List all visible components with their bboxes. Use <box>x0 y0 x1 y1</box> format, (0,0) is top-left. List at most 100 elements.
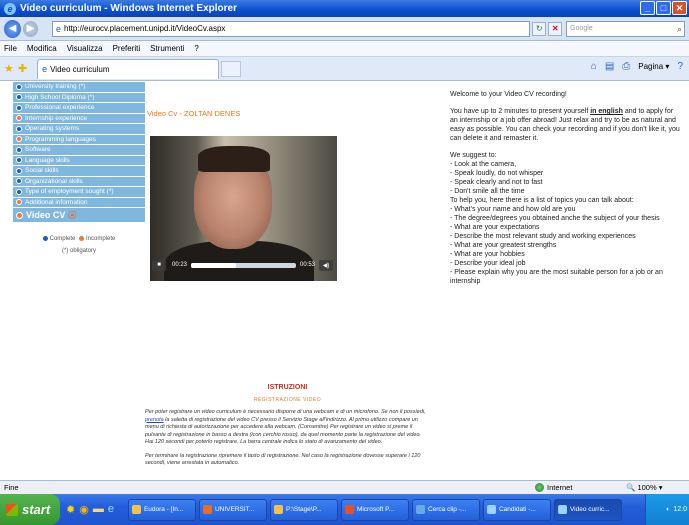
search-icon[interactable]: ⌕ <box>677 24 682 35</box>
address-row: ◀ ▶ e http://eurocv.placement.unipd.it/V… <box>0 17 689 41</box>
favorites-star-icon[interactable]: ★ <box>4 62 14 75</box>
quicklaunch-app-icon[interactable]: ✹ <box>66 503 75 516</box>
legend-complete: Complete <box>49 236 76 243</box>
sidebar-item-video-cv[interactable]: Video CV ⦿ <box>13 208 145 222</box>
sidebar-item-operating-systems[interactable]: Operating systems <box>13 124 145 135</box>
task-label: Cerca clip -... <box>427 506 467 513</box>
zone-label: Internet <box>547 483 573 492</box>
video-progress-bar[interactable] <box>191 262 296 268</box>
topic-item: - What are your greatest strengths <box>450 242 557 249</box>
zoom-value: 100% <box>637 483 657 492</box>
intro-text: You have up to 2 minutes to present your… <box>450 107 682 143</box>
menu-view[interactable]: Visualizza <box>67 44 103 53</box>
start-label: start <box>22 502 51 517</box>
sidebar-item-label: Software <box>25 146 51 154</box>
sidebar-item-social-skills[interactable]: Social skills <box>13 166 145 177</box>
command-bar: ⌂ ▤ ⎙ Pagina ▾ ? <box>591 61 683 72</box>
start-button[interactable]: start <box>0 494 60 525</box>
sidebar-item-professional-experience[interactable]: Professional experience <box>13 103 145 114</box>
back-button[interactable]: ◀ <box>4 19 21 38</box>
task-university[interactable]: UNIVERSIT... <box>198 498 267 521</box>
quicklaunch-app-icon[interactable]: ◉ <box>79 503 89 516</box>
intro-emphasis: in english <box>590 108 623 115</box>
add-favorite-icon[interactable]: ✚ <box>18 62 27 75</box>
tab-video-curriculum[interactable]: e Video curriculum <box>37 58 220 79</box>
app-icon <box>131 505 141 514</box>
legend-incomplete: Incomplete <box>86 236 116 243</box>
task-microsoft[interactable]: Microsoft P... <box>340 498 409 521</box>
sidebar-item-organizational-skills[interactable]: Organizational skills <box>13 176 145 187</box>
menu-edit[interactable]: Modifica <box>27 44 57 53</box>
sidebar-item-university-training[interactable]: University training (*) <box>13 82 145 93</box>
prenota-link[interactable]: prenota <box>145 417 164 423</box>
sidebar-item-software[interactable]: Software <box>13 145 145 156</box>
refresh-icon[interactable]: ↻ <box>532 21 547 36</box>
task-label: Microsoft P... <box>356 506 395 513</box>
windows-flag-icon <box>6 503 18 516</box>
topic-item: - What are your expectations <box>450 224 540 231</box>
menu-tools[interactable]: Strumenti <box>150 44 184 53</box>
legend-states: Complete Incomplete <box>13 236 145 242</box>
sidebar-item-high-school[interactable]: High School Diploma (*) <box>13 92 145 103</box>
sidebar-item-internship-experience[interactable]: Internship experience <box>13 113 145 124</box>
forward-button[interactable]: ▶ <box>22 20 38 37</box>
sidebar-item-language-skills[interactable]: Language skills <box>13 155 145 166</box>
tray-icon[interactable]: ◐ <box>666 506 670 513</box>
sidebar-item-label: Internship experience <box>25 114 88 122</box>
menu-file[interactable]: File <box>4 44 17 53</box>
search-input[interactable]: Google ⌕ <box>566 20 685 37</box>
sidebar-item-programming-languages[interactable]: Programming languages <box>13 134 145 145</box>
task-stage-folder[interactable]: P:\Stage\P... <box>269 498 338 521</box>
sidebar-item-employment-sought[interactable]: Type of employment sought (*) <box>13 187 145 198</box>
topic-item: - Describe the most relevant study and w… <box>450 233 636 240</box>
ie-logo-icon: e <box>4 2 16 15</box>
guidance-panel: Welcome to your Video CV recording! You … <box>450 90 682 286</box>
complete-dot-icon <box>16 83 22 90</box>
address-bar[interactable]: e http://eurocv.placement.unipd.it/Video… <box>51 20 531 37</box>
system-tray: ◐ 12.0 <box>645 494 689 525</box>
stop-icon[interactable]: ✕ <box>548 21 563 36</box>
volume-button[interactable]: ◀) <box>319 259 333 271</box>
feeds-icon[interactable]: ▤ <box>605 61 614 72</box>
stop-button[interactable]: ■ <box>152 259 166 271</box>
print-icon[interactable]: ⎙ <box>622 61 630 72</box>
window-title: Video curriculum - Windows Internet Expl… <box>20 3 237 14</box>
sidebar-item-additional-information[interactable]: Additional information <box>13 197 145 208</box>
sidebar-legend: Complete Incomplete (*) obligatory <box>13 236 145 254</box>
topic-item: - Please explain why you are the most su… <box>450 269 663 285</box>
new-tab-button[interactable] <box>221 60 242 77</box>
quicklaunch-ie-icon[interactable]: e <box>108 503 114 516</box>
task-label: P:\Stage\P... <box>285 506 322 513</box>
suggestion-item: - Look at the camera, <box>450 161 517 168</box>
menu-favorites[interactable]: Preferiti <box>113 44 141 53</box>
complete-dot-icon <box>16 157 22 164</box>
instructions-subtitle: REGISTRAZIONE VIDEO <box>253 397 322 403</box>
task-eudora[interactable]: Eudora - [In... <box>127 498 196 521</box>
task-video-curriculum[interactable]: Video curric... <box>553 498 622 521</box>
quicklaunch-app-icon[interactable]: ▬ <box>93 503 104 516</box>
topic-item: - What are your hobbies <box>450 251 525 258</box>
close-button[interactable]: ✕ <box>672 1 687 15</box>
status-text: Fine <box>4 483 19 492</box>
sidebar-item-label: Organizational skills <box>25 177 83 185</box>
sidebar-item-label: Additional information <box>25 198 88 206</box>
address-url: http://eurocv.placement.unipd.it/VideoCv… <box>64 24 226 33</box>
task-candidati[interactable]: Candidati -... <box>482 498 551 521</box>
maximize-button[interactable]: □ <box>656 1 671 15</box>
task-label: Candidati -... <box>498 506 536 513</box>
help-icon[interactable]: ? <box>677 61 683 72</box>
zoom-level[interactable]: 🔍 100% ▾ <box>626 483 662 492</box>
menu-help[interactable]: ? <box>194 44 198 53</box>
home-icon[interactable]: ⌂ <box>591 61 597 72</box>
instructions: ISTRUZIONI REGISTRAZIONE VIDEO Per poter… <box>145 384 430 468</box>
tab-label: Video curriculum <box>50 64 110 74</box>
app-icon <box>415 505 425 514</box>
instructions-text: la saletta di registrazione del video CV… <box>145 416 422 446</box>
task-cerca-clip[interactable]: Cerca clip -... <box>411 498 480 521</box>
video-player[interactable]: ■ 00:23 00:53 ◀) <box>150 136 337 281</box>
video-elapsed: 00:23 <box>172 262 188 268</box>
page-menu[interactable]: Pagina ▾ <box>638 62 669 71</box>
minimize-button[interactable]: _ <box>640 1 655 15</box>
window-titlebar: e Video curriculum - Windows Internet Ex… <box>0 0 689 17</box>
incomplete-dot-icon <box>16 115 22 122</box>
